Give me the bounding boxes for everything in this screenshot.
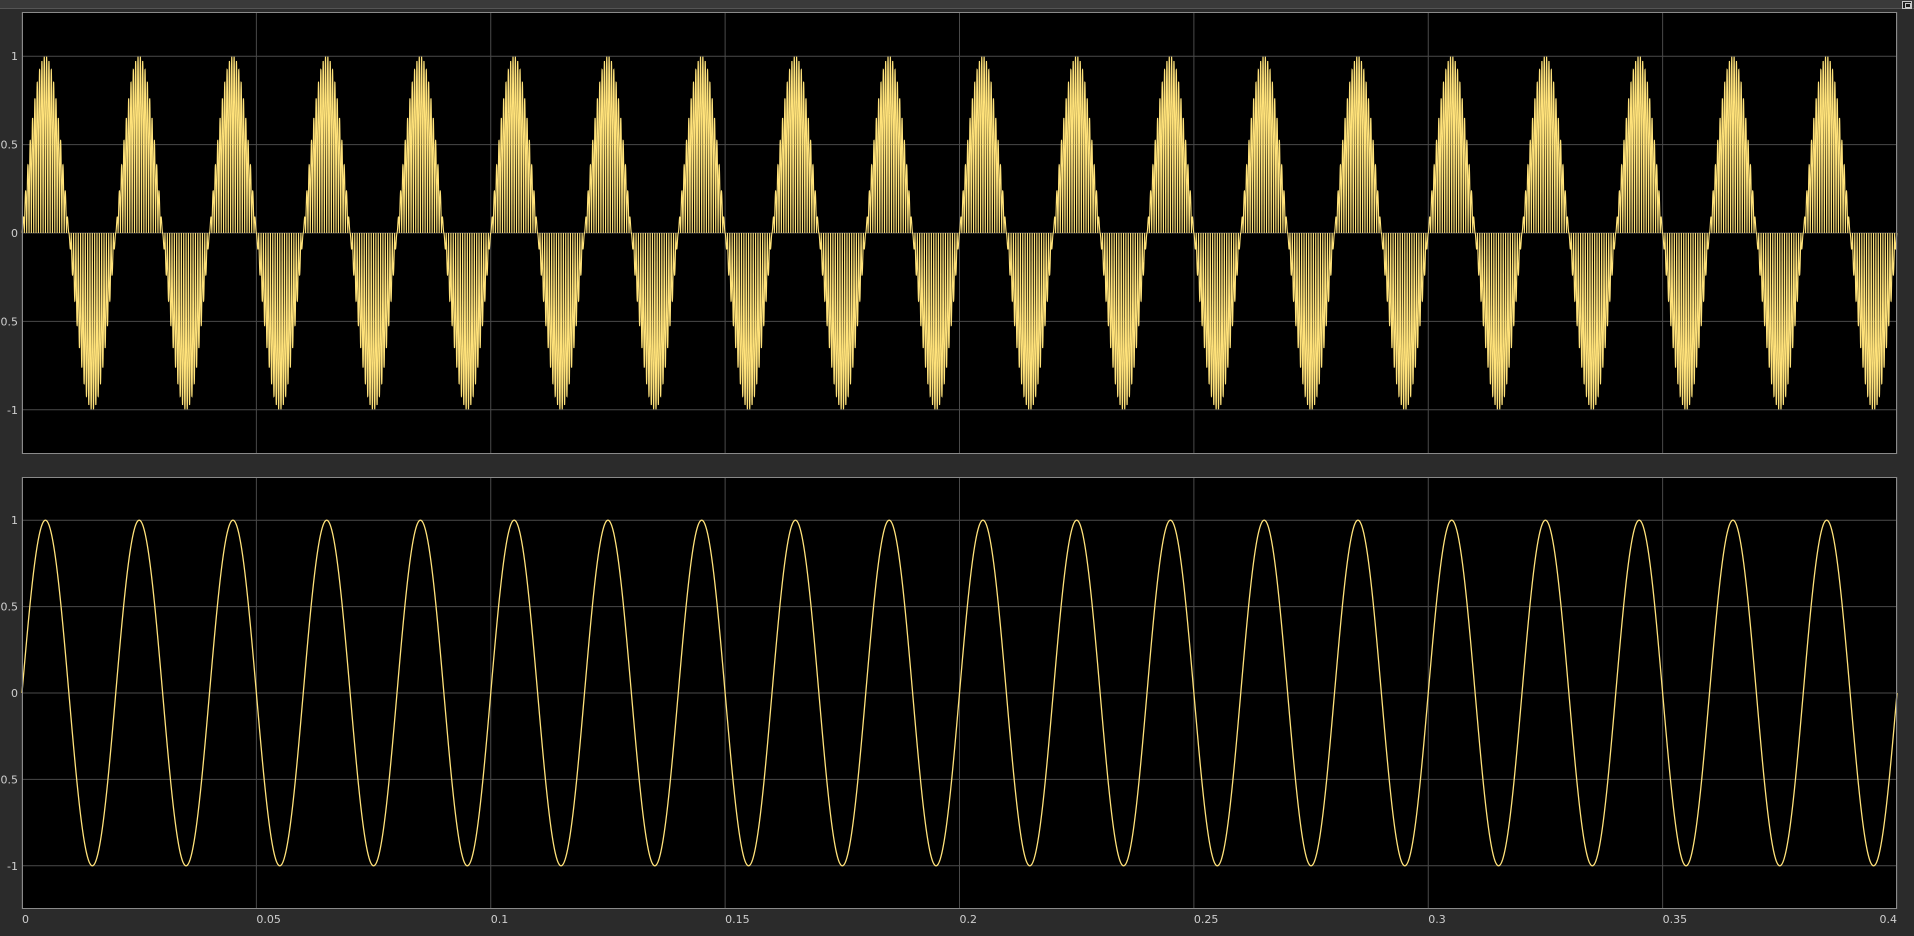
scope-plots: 1 0.5 0 -0.5 -1 1 0.5 0 -0.5 -1 0 0.05 0.1 0.15 0.2 0.2…	[0, 12, 1898, 926]
y-tick-label: -1	[7, 404, 18, 417]
x-tick-label: 0.15	[725, 913, 750, 926]
x-tick-label: 0.4	[1880, 913, 1898, 926]
x-tick-label: 0.25	[1194, 913, 1219, 926]
x-tick-label: 0.1	[491, 913, 509, 926]
y-tick-label: 0.5	[1, 139, 19, 152]
x-tick-label: 0.35	[1663, 913, 1688, 926]
scope-panel-1: 1 0.5 0 -0.5 -1	[0, 12, 1898, 454]
y-tick-label: -0.5	[0, 315, 18, 328]
y-tick-label: 0	[11, 227, 18, 240]
x-tick-label: 0.05	[256, 913, 281, 926]
x-tick-label: 0	[22, 913, 29, 926]
y-tick-label: 1	[11, 50, 18, 63]
scope-panel-2: 1 0.5 0 -0.5 -1 0 0.05 0.1 0.15 0.2 0.25 0.3 0.35 0.4	[0, 477, 1898, 926]
y-tick-label: 1	[11, 514, 18, 527]
x-tick-label: 0.3	[1428, 913, 1446, 926]
y-tick-label: -0.5	[0, 773, 18, 786]
y-tick-label: -1	[7, 860, 18, 873]
x-tick-label: 0.2	[960, 913, 978, 926]
scope-window: 1 0.5 0 -0.5 -1 1 0.5 0 -0.5 -1 0 0.05 0.1 0.15 0.2 0.2…	[0, 0, 1914, 936]
y-tick-label: 0	[11, 687, 18, 700]
y-tick-label: 0.5	[1, 601, 19, 614]
